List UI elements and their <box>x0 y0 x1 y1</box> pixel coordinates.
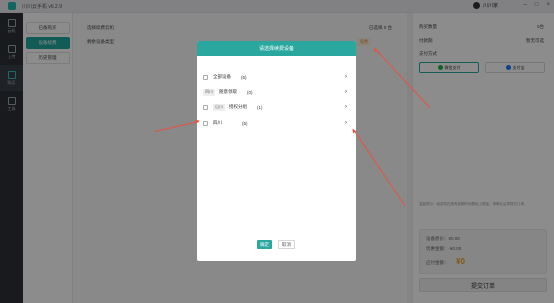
cancel-button[interactable]: 取消 <box>278 240 295 249</box>
group-count: (1) <box>257 104 263 110</box>
group-tag: 山川 <box>213 103 225 111</box>
group-row[interactable]: 全部设备 (6) › <box>203 72 351 82</box>
app-window: 川川云手机 v6.2.9 川川家 – □ × 云机 上传 购买 工具 已备购买 … <box>0 0 554 303</box>
chevron-right-icon[interactable]: › <box>345 104 347 110</box>
confirm-button[interactable]: 确定 <box>257 240 272 249</box>
group-name: 四川 <box>213 120 222 125</box>
chevron-right-icon[interactable]: › <box>345 74 347 80</box>
chevron-right-icon[interactable]: › <box>345 120 347 126</box>
group-count: (6) <box>241 74 247 80</box>
select-device-dialog: 请选择续费设备 全部设备 (6) › 四川 随意领取 (0) › 山川 授权分组… <box>197 41 356 261</box>
group-row[interactable]: 四川 随意领取 (0) › <box>203 87 351 97</box>
group-name: 授权分组 <box>229 104 247 109</box>
group-name: 全部设备 <box>213 74 231 79</box>
checkbox[interactable] <box>203 104 208 110</box>
chevron-right-icon[interactable]: › <box>345 89 347 95</box>
group-row[interactable]: 四川 (5) › <box>203 118 351 128</box>
group-row[interactable]: 山川 授权分组 (1) › <box>203 102 351 112</box>
group-count: (0) <box>247 89 253 95</box>
group-count: (5) <box>242 120 248 126</box>
checkbox[interactable] <box>203 74 208 80</box>
group-name: 随意领取 <box>219 89 237 94</box>
group-tag: 四川 <box>203 88 215 96</box>
dialog-title: 请选择续费设备 <box>197 41 356 56</box>
checkbox[interactable] <box>203 120 208 126</box>
